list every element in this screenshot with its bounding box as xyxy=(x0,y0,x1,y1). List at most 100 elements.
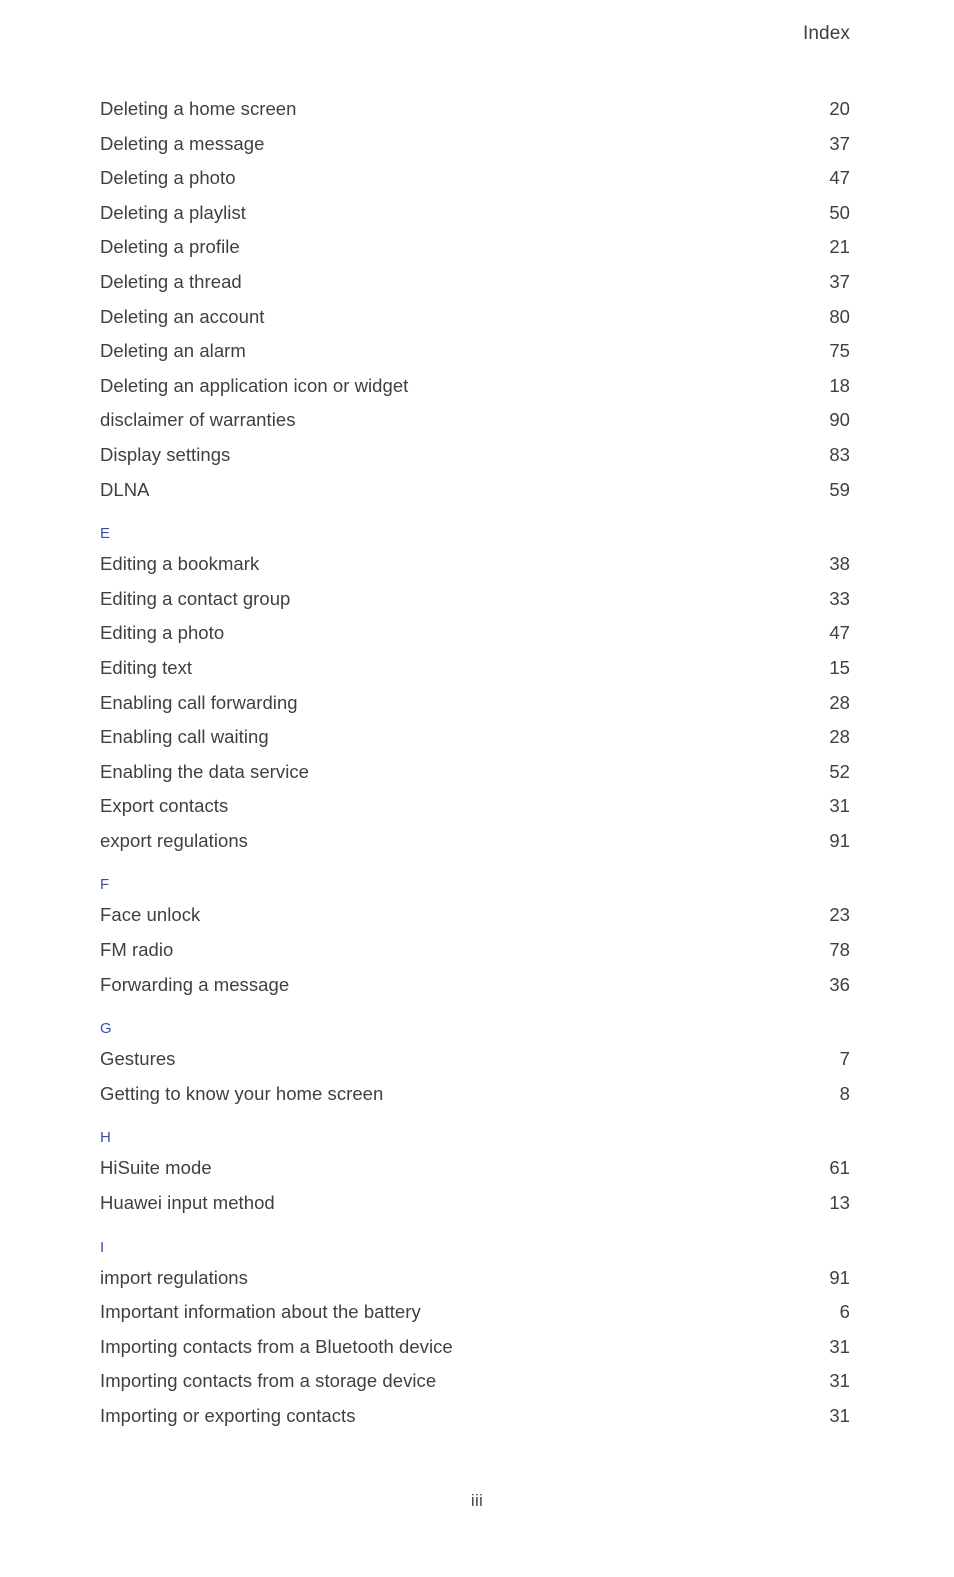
index-entry[interactable]: Editing a photo 47 xyxy=(100,616,850,651)
index-entry-label: Important information about the battery xyxy=(100,1301,421,1323)
index-entry-label: Importing contacts from a storage device xyxy=(100,1370,437,1392)
index-entry-list: Deleting a home screen 20 Deleting a messa… xyxy=(100,92,850,1434)
index-entry[interactable]: Enabling call waiting 28 xyxy=(100,720,850,755)
index-entry-label: Deleting a profile xyxy=(100,236,240,258)
index-entry[interactable]: export regulations 91 xyxy=(100,824,850,859)
index-entry[interactable]: Deleting a profile 21 xyxy=(100,230,850,265)
index-section: H HiSuite mode 61 Huawei input method 13 xyxy=(100,1125,850,1220)
index-entry-page-number: 28 xyxy=(829,691,850,713)
index-entry[interactable]: Importing or exporting contacts 31 xyxy=(100,1399,850,1434)
index-entry-page-number: 7 xyxy=(839,1048,850,1070)
index-entry[interactable]: Deleting a home screen 20 xyxy=(100,92,850,127)
index-entry-label: import regulations xyxy=(100,1266,248,1288)
index-entry[interactable]: Deleting an alarm 75 xyxy=(100,334,850,369)
index-entry-page-number: 90 xyxy=(829,409,850,431)
index-entry-label: Deleting an alarm xyxy=(100,340,246,362)
index-entry-label: FM radio xyxy=(100,939,174,961)
index-section: F Face unlock 23 FM radio 78 Forwarding a mes… xyxy=(100,872,850,1002)
index-entry-page-number: 37 xyxy=(829,270,850,292)
index-entry-page-number: 15 xyxy=(829,656,850,678)
index-entry[interactable]: Display settings 83 xyxy=(100,438,850,473)
index-entry[interactable]: Deleting an account 80 xyxy=(100,300,850,335)
index-entry-page-number: 83 xyxy=(829,443,850,465)
index-entry[interactable]: HiSuite mode 61 xyxy=(100,1151,850,1186)
index-entry[interactable]: DLNA 59 xyxy=(100,473,850,508)
index-entry-label: Forwarding a message xyxy=(100,973,290,995)
index-entry-page-number: 47 xyxy=(829,167,850,189)
index-entry-label: Gestures xyxy=(100,1048,176,1070)
index-entry-page-number: 31 xyxy=(829,1405,850,1426)
index-entry-label: Getting to know your home screen xyxy=(100,1082,384,1104)
index-entry-label: HiSuite mode xyxy=(100,1157,212,1179)
index-entry-label: Display settings xyxy=(100,443,231,465)
index-entry[interactable]: Deleting a photo 47 xyxy=(100,161,850,196)
index-entry[interactable]: Deleting a thread 37 xyxy=(100,265,850,300)
section-letter-heading: H xyxy=(100,1129,112,1147)
index-entry-label: Enabling call forwarding xyxy=(100,691,298,713)
section-letter-heading: G xyxy=(100,1020,112,1038)
index-entry-label: Editing a photo xyxy=(100,622,225,644)
page-folio: iii xyxy=(470,1491,484,1510)
index-entry-label: Deleting an application icon or widget xyxy=(100,374,409,396)
section-letter-heading: F xyxy=(100,876,110,894)
index-page: Index Deleting a home screen 20 Deleting a… xyxy=(0,0,954,1577)
index-entry-page-number: 20 xyxy=(829,98,850,119)
index-entry[interactable]: FM radio 78 xyxy=(100,933,850,968)
index-entry[interactable]: Forwarding a message 36 xyxy=(100,968,850,1003)
index-entry-page-number: 47 xyxy=(829,622,850,644)
index-entry-page-number: 91 xyxy=(829,1266,850,1288)
index-entry[interactable]: Huawei input method 13 xyxy=(100,1186,850,1221)
index-entry-label: Editing a contact group xyxy=(100,587,291,609)
index-entry-label: Deleting a photo xyxy=(100,167,236,189)
index-entry-page-number: 50 xyxy=(829,201,850,223)
index-entry[interactable]: Importing contacts from a storage device… xyxy=(100,1364,850,1399)
index-entry[interactable]: import regulations 91 xyxy=(100,1261,850,1296)
index-entry[interactable]: Export contacts 31 xyxy=(100,789,850,824)
index-entry-label: Deleting a message xyxy=(100,132,265,154)
index-entry[interactable]: Important information about the battery 6 xyxy=(100,1295,850,1330)
index-section: G Gestures 7 Getting to know your home scre… xyxy=(100,1016,850,1111)
index-entry-page-number: 13 xyxy=(829,1192,850,1214)
index-entry-page-number: 28 xyxy=(829,726,850,748)
index-entry-page-number: 23 xyxy=(829,904,850,926)
index-entry-label: Editing a bookmark xyxy=(100,553,260,575)
index-entry-page-number: 33 xyxy=(829,587,850,609)
index-entry-label: Enabling the data service xyxy=(100,760,309,782)
index-entry[interactable]: Enabling call forwarding 28 xyxy=(100,686,850,721)
index-entry-page-number: 31 xyxy=(829,1370,850,1392)
index-entry-page-number: 59 xyxy=(829,478,850,500)
index-entry[interactable]: Gestures 7 xyxy=(100,1042,850,1077)
running-header: Index xyxy=(803,23,850,44)
section-letter-heading: I xyxy=(100,1238,105,1256)
index-entry[interactable]: Deleting a message 37 xyxy=(100,127,850,162)
index-entry-page-number: 31 xyxy=(829,1335,850,1357)
index-entry-page-number: 36 xyxy=(829,973,850,995)
index-entry-page-number: 38 xyxy=(829,553,850,575)
index-entry-page-number: 75 xyxy=(829,340,850,362)
index-entry-page-number: 6 xyxy=(839,1301,850,1323)
index-entry[interactable]: Importing contacts from a Bluetooth devi… xyxy=(100,1330,850,1365)
index-entry[interactable]: Getting to know your home screen 8 xyxy=(100,1077,850,1112)
index-entry-label: Importing or exporting contacts xyxy=(100,1405,356,1426)
index-entry[interactable]: Editing text 15 xyxy=(100,651,850,686)
index-entry-page-number: 78 xyxy=(829,939,850,961)
index-entry[interactable]: Enabling the data service 52 xyxy=(100,755,850,790)
index-entry-label: Editing text xyxy=(100,656,193,678)
index-entry-page-number: 52 xyxy=(829,760,850,782)
index-section: Iimport regulations 91 Important informati… xyxy=(100,1235,850,1434)
index-entry-label: Face unlock xyxy=(100,904,201,926)
index-entry[interactable]: Editing a bookmark 38 xyxy=(100,547,850,582)
index-entry-page-number: 91 xyxy=(829,829,850,851)
index-entry-label: Deleting a home screen xyxy=(100,98,297,119)
index-entry-label: disclaimer of warranties xyxy=(100,409,296,431)
index-entry[interactable]: Editing a contact group 33 xyxy=(100,582,850,617)
index-entry[interactable]: Deleting a playlist 50 xyxy=(100,196,850,231)
index-entry[interactable]: Face unlock 23 xyxy=(100,898,850,933)
index-entry[interactable]: disclaimer of warranties 90 xyxy=(100,403,850,438)
section-letter-heading: E xyxy=(100,525,111,543)
index-entry-page-number: 31 xyxy=(829,795,850,817)
index-entry-label: Enabling call waiting xyxy=(100,726,269,748)
index-entry[interactable]: Deleting an application icon or widget 18 xyxy=(100,369,850,404)
index-entry-page-number: 37 xyxy=(829,132,850,154)
index-entry-label: Deleting a playlist xyxy=(100,201,246,223)
